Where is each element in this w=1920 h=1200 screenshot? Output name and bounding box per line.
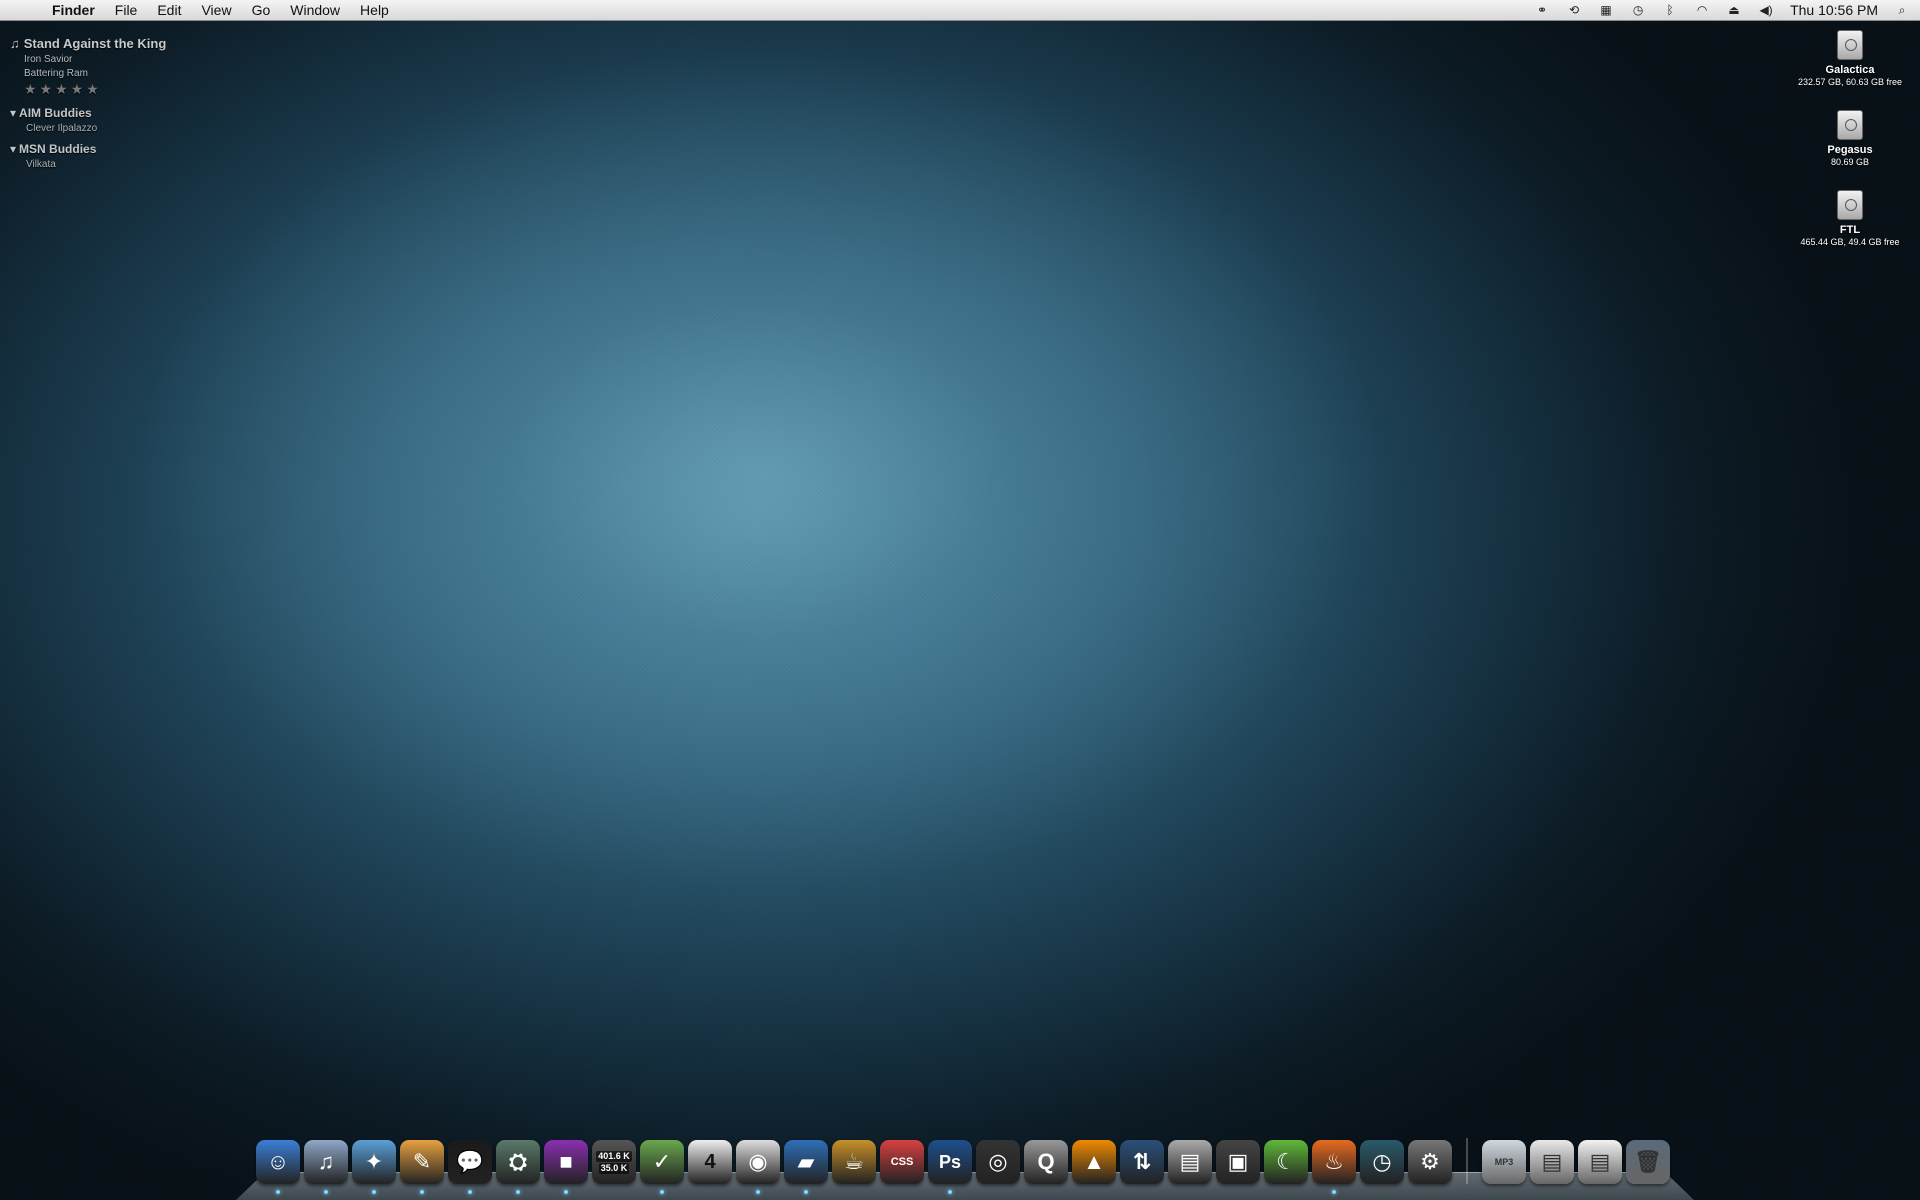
menu-go[interactable]: Go [242,0,281,20]
running-indicator [420,1190,424,1194]
drive-info: 465.44 GB, 49.4 GB free [1800,237,1900,247]
network-up-rate: 401.6 K [596,1151,632,1162]
hard-drive-icon [1837,110,1863,140]
spotlight-icon[interactable]: ⌕ [1894,3,1910,18]
hard-drive-icon [1837,30,1863,60]
downloads-stack-icon[interactable]: MP3 [1482,1140,1526,1184]
time-machine-app-icon[interactable]: ◷ [1360,1140,1404,1184]
quicktime-icon[interactable]: Q [1024,1140,1068,1184]
calendar-icon[interactable]: 4 [688,1140,732,1184]
eject-icon[interactable]: ⏏ [1726,3,1742,17]
book-icon[interactable]: ▰ [784,1140,828,1194]
trash-icon[interactable]: 🗑 [1626,1140,1670,1184]
itunes-icon[interactable]: ♫ [304,1140,348,1194]
scanner-icon[interactable]: ▤ [1168,1140,1212,1184]
vlc-icon[interactable]: ▲ [1072,1140,1116,1184]
volume-icon[interactable]: ◀) [1758,3,1774,17]
photoshop-icon[interactable]: Ps [928,1140,972,1194]
track-album: Battering Ram [24,68,88,79]
menu-view[interactable]: View [191,0,241,20]
coffee-icon[interactable]: ☕ [832,1140,876,1184]
menu-edit[interactable]: Edit [147,0,191,20]
purple-app-icon[interactable]: ■ [544,1140,588,1194]
time-machine-icon[interactable]: ◷ [1630,3,1646,17]
running-indicator [1332,1190,1336,1194]
network-down-rate: 35.0 K [598,1163,630,1174]
buddy-item[interactable]: Vilkata [26,159,166,170]
tasks-icon[interactable]: ✓ [640,1140,684,1194]
buddy-group-label: MSN Buddies [19,142,97,156]
camera-icon[interactable]: ◎ [976,1140,1020,1184]
transmit-icon[interactable]: ⇅ [1120,1140,1164,1184]
music-note-icon: ♫ [10,36,20,51]
moon-icon[interactable]: ☾ [1264,1140,1308,1184]
chat-icon[interactable]: 💬 [448,1140,492,1194]
calendar-day: 4 [704,1150,716,1173]
eyes-icon[interactable]: ◉ [736,1140,780,1194]
running-indicator [660,1190,664,1194]
drive-galactica[interactable]: Galactica 232.57 GB, 60.63 GB free [1780,30,1920,87]
hard-drive-icon [1837,190,1863,220]
disclosure-triangle-icon[interactable]: ▾ [10,142,16,156]
css-editor-icon[interactable]: CSS [880,1140,924,1184]
track-title: Stand Against the King [23,36,167,51]
finder-icon[interactable]: ☺ [256,1140,300,1194]
drive-name: Galactica [1825,64,1875,76]
dock-icons: ☺ ♫ ✦ ✎ 💬 ⛭ ■ 401.6 K 35.0 K ✓ 4 ◉ ▰ ☕ CSS Ps ◎ Q ▲ ⇅ ▤ ▣ ☾ ♨ ◷ ⚙… [256,1138,1670,1194]
pdf-stack-icon[interactable]: ▤ [1578,1140,1622,1184]
photoshop-label: Ps [938,1151,962,1172]
menu-clock[interactable]: Thu 10:56 PM [1790,2,1878,18]
drive-ftl[interactable]: FTL 465.44 GB, 49.4 GB free [1780,190,1920,247]
ufo-icon[interactable]: ⛭ [496,1140,540,1194]
truck-icon[interactable]: ▣ [1216,1140,1260,1184]
binoculars-icon[interactable]: ⚭ [1534,3,1550,17]
buddy-item[interactable]: Clever Ilpalazzo [26,123,166,134]
buddy-group-header[interactable]: ▾ AIM Buddies [10,106,166,120]
buddy-group-label: AIM Buddies [19,106,92,120]
safari-icon[interactable]: ✦ [352,1140,396,1194]
buddy-group-aim: ▾ AIM Buddies Clever Ilpalazzo [10,106,166,134]
notes-icon[interactable]: ✎ [400,1140,444,1194]
drive-info: 80.69 GB [1830,157,1870,167]
running-indicator [948,1190,952,1194]
running-indicator [756,1190,760,1194]
documents-stack-icon[interactable]: ▤ [1530,1140,1574,1184]
track-artist: Iron Savior [24,54,73,65]
dock-separator [1466,1138,1468,1184]
spaces-icon[interactable]: ▦ [1598,3,1614,17]
menu-file[interactable]: File [105,0,148,20]
network-monitor-icon[interactable]: 401.6 K 35.0 K [592,1140,636,1184]
buddy-group-header[interactable]: ▾ MSN Buddies [10,142,166,156]
drive-pegasus[interactable]: Pegasus 80.69 GB [1780,110,1920,167]
wifi-icon[interactable]: ◠ [1694,3,1710,17]
running-indicator [276,1190,280,1194]
bluetooth-icon[interactable]: ᛒ [1662,3,1678,17]
now-playing-title: ♫ Stand Against the King [10,36,166,51]
css-label: CSS [890,1156,914,1168]
running-indicator [324,1190,328,1194]
drive-info: 232.57 GB, 60.63 GB free [1797,77,1903,87]
mp3-label: MP3 [1494,1157,1514,1167]
menu-window[interactable]: Window [280,0,350,20]
disclosure-triangle-icon[interactable]: ▾ [10,106,16,120]
menu-help[interactable]: Help [350,0,399,20]
buddy-group-msn: ▾ MSN Buddies Vilkata [10,142,166,170]
dock: ☺ ♫ ✦ ✎ 💬 ⛭ ■ 401.6 K 35.0 K ✓ 4 ◉ ▰ ☕ CSS Ps ◎ Q ▲ ⇅ ▤ ▣ ☾ ♨ ◷ ⚙… [236,1128,1694,1200]
flame-icon[interactable]: ♨ [1312,1140,1356,1194]
drive-name: FTL [1839,224,1861,236]
menu-bar: Finder File Edit View Go Window Help ⚭ ⟲… [0,0,1920,21]
running-indicator [564,1190,568,1194]
wallpaper-texture [0,0,1920,1200]
track-rating[interactable]: ★★★★★ [24,81,166,98]
running-indicator [468,1190,472,1194]
running-indicator [804,1190,808,1194]
running-indicator [516,1190,520,1194]
system-preferences-icon[interactable]: ⚙ [1408,1140,1452,1184]
desktop-widgets: ♫ Stand Against the King Iron Savior Bat… [10,36,166,170]
running-indicator [372,1190,376,1194]
sync-icon[interactable]: ⟲ [1566,3,1582,17]
menu-finder[interactable]: Finder [44,0,105,20]
drive-name: Pegasus [1827,144,1873,156]
